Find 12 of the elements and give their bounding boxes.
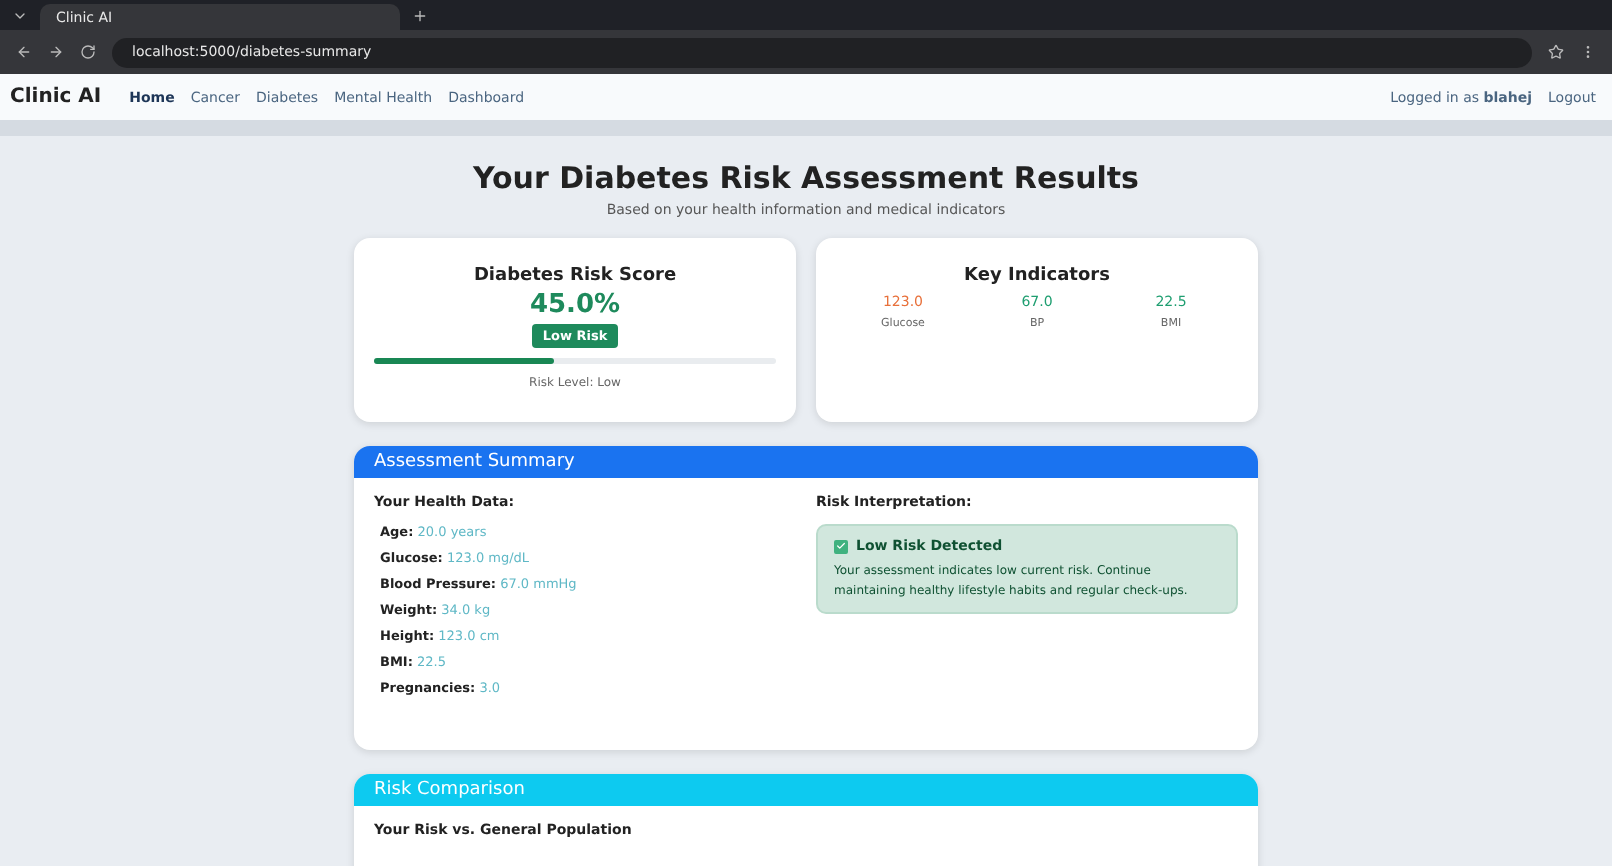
card-title: Diabetes Risk Score <box>473 266 677 286</box>
back-icon[interactable] <box>16 44 32 60</box>
risk-score-value: 45.0% <box>529 290 621 320</box>
new-tab-icon[interactable] <box>412 7 428 23</box>
brand-logo[interactable]: Clinic AI <box>10 86 102 108</box>
panel-header: Risk Comparison <box>354 774 1258 806</box>
forward-icon[interactable] <box>48 44 64 60</box>
page-title: Your Diabetes Risk Assessment Results <box>471 160 1141 196</box>
card-title: Key Indicators <box>964 266 1110 286</box>
reload-icon[interactable] <box>80 44 96 60</box>
star-icon[interactable] <box>1548 44 1564 60</box>
panel-header: Assessment Summary <box>354 446 1258 478</box>
